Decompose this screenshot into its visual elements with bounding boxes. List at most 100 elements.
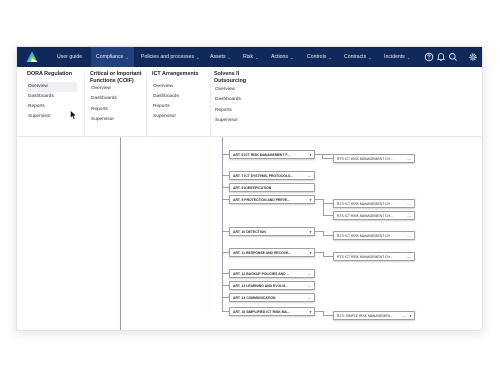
tree-node-art-7[interactable]: ART. 7 ICT SYSTEMS, PROTOCOLS... ---	[229, 171, 315, 180]
chevron-down-icon: ⌄	[328, 54, 332, 60]
menu-item-solvens-supervisor[interactable]: Supervisor	[214, 116, 268, 126]
node-label: ART. 13 LEARNING AND EVOLVI...	[233, 283, 289, 288]
tree-node-rts[interactable]: RTS ICT RISK MANAGEMENT CH... ---	[333, 211, 415, 220]
nav-contracts-label: Contracts	[344, 54, 367, 60]
nav-policies-label: Policies and processes	[141, 54, 195, 60]
menu-item-dora-dashboards[interactable]: Dashboards	[27, 92, 83, 102]
caret-down-icon[interactable]: ▼	[309, 310, 312, 314]
node-menu-dashes[interactable]: ---	[307, 271, 311, 276]
connector-line	[315, 231, 323, 232]
tree-node-art-10[interactable]: ART. 10 DETECTION ▼	[229, 227, 315, 236]
connector-line	[315, 154, 333, 155]
tree-node-rts-simple[interactable]: RTS: SIMPLE RISK MANAGEMEN... --- ▼	[333, 311, 415, 320]
chevron-down-icon: ⌄	[368, 54, 372, 60]
caret-down-icon[interactable]: ▼	[309, 251, 312, 255]
nav-compliance[interactable]: Compliance ⌄	[91, 47, 134, 67]
search-icon[interactable]	[448, 52, 458, 62]
menu-item-ict-overview[interactable]: Overview	[152, 82, 210, 92]
settings-icon[interactable]	[468, 52, 478, 62]
connector-line	[222, 297, 229, 298]
bell-icon[interactable]	[436, 52, 446, 62]
caret-down-icon[interactable]: ▼	[309, 198, 312, 202]
help-icon[interactable]	[424, 52, 434, 62]
node-label: ART. 14 COMMUNICATION	[233, 295, 276, 300]
connector-line	[222, 311, 229, 312]
tree-node-rts[interactable]: RTS ICT RISK MANAGEMENT CH... ---	[333, 231, 415, 240]
nav-risk-label: Risk	[243, 54, 254, 60]
menu-column-title: Critical or Important Functions (COIF)	[90, 71, 142, 84]
connector-line	[315, 252, 323, 253]
menu-item-solvens-reports[interactable]: Reports	[214, 106, 268, 116]
tree-node-art-16[interactable]: ART. 16 SIMPLIFIED ICT RISK MA... ▼	[229, 307, 315, 316]
menu-item-coif-supervisor[interactable]: Supervisor	[90, 115, 144, 125]
node-label: RTS ICT RISK MANAGEMENT CH...	[337, 201, 393, 206]
tree-node-rts[interactable]: RTS ICT RISK MANAGEMENT CH... ---	[333, 199, 415, 208]
nav-incidents[interactable]: Incidents ⌄	[384, 47, 410, 67]
menu-item-coif-reports[interactable]: Reports	[90, 105, 144, 115]
nav-compliance-label: Compliance	[96, 54, 124, 60]
menu-item-solvens-overview[interactable]: Overview	[214, 85, 268, 95]
menu-item-ict-dashboards[interactable]: Dashboards	[152, 92, 210, 102]
connector-line	[222, 285, 229, 286]
mouse-pointer-icon	[70, 110, 77, 120]
nav-controls[interactable]: Controls ⌄	[307, 47, 332, 67]
menu-item-ict-reports[interactable]: Reports	[152, 102, 210, 112]
connector-line	[323, 215, 333, 216]
menu-item-dora-overview[interactable]: Overview	[27, 81, 77, 92]
app-logo-icon[interactable]	[26, 51, 38, 63]
node-label: RTS ICT RISK MANAGEMENT CH...	[337, 254, 393, 259]
node-label: RTS ICT RISK MANAGEMENT CH...	[337, 213, 393, 218]
chevron-down-icon: ⌄	[255, 54, 259, 60]
caret-down-icon[interactable]: ▼	[309, 153, 312, 157]
node-menu-dashes[interactable]: ---	[307, 295, 311, 300]
nav-policies-and-processes[interactable]: Policies and processes ⌄	[141, 47, 199, 67]
caret-down-icon[interactable]: ▼	[309, 230, 312, 234]
node-menu-dashes[interactable]: ---	[407, 201, 411, 206]
tree-node-art-11[interactable]: ART. 11 RESPONSE AND RECOVE... ▼	[229, 248, 315, 257]
chevron-down-icon: ⌄	[290, 54, 294, 60]
nav-incidents-label: Incidents	[384, 54, 405, 60]
chevron-down-icon: ⌄	[406, 54, 411, 60]
connector-line	[323, 203, 333, 204]
nav-assets[interactable]: Assets ⌄	[210, 47, 231, 67]
top-navigation-bar: User guide Compliance ⌄ Policies and pro…	[17, 47, 482, 67]
node-menu-dashes[interactable]: ---	[402, 313, 406, 318]
connector-line	[323, 315, 333, 316]
node-menu-dashes[interactable]: ---	[307, 173, 311, 178]
tree-node-art-6[interactable]: ART. 6 ICT RISK MANAGEMENT F... ▼	[229, 150, 315, 159]
menu-column-title: ICT Arrangements	[152, 71, 199, 77]
compliance-dropdown-menu: DORA Regulation Overview Dashboards Repo…	[17, 67, 482, 137]
menu-divider	[146, 73, 147, 137]
caret-down-icon[interactable]: ▼	[409, 314, 412, 318]
nav-user-guide-label: User guide	[57, 54, 83, 60]
relationship-tree: ART. 6 ICT RISK MANAGEMENT F... ▼ ART. 7…	[17, 137, 482, 330]
nav-risk[interactable]: Risk ⌄	[243, 47, 258, 67]
tree-node-art-8[interactable]: ART. 8 IDENTIFICATION	[229, 183, 315, 192]
node-menu-dashes[interactable]: ---	[407, 156, 411, 161]
chevron-down-icon: ⌄	[125, 54, 129, 60]
node-menu-dashes[interactable]: ---	[407, 233, 411, 238]
menu-item-coif-overview[interactable]: Overview	[90, 84, 144, 94]
menu-item-coif-dashboards[interactable]: Dashboards	[90, 94, 144, 104]
tree-node-rts[interactable]: RTS ICT RISK MANAGEMENT CH... ---	[333, 154, 415, 163]
tree-node-art-9[interactable]: ART. 9 PROTECTION AND PREVE... ▼	[229, 195, 315, 204]
menu-item-ict-supervisor[interactable]: Supervisor	[152, 112, 210, 122]
nav-user-guide[interactable]: User guide	[57, 47, 82, 67]
menu-divider	[210, 73, 211, 137]
tree-trunk-line	[120, 137, 121, 330]
node-menu-dashes[interactable]: ---	[407, 254, 411, 259]
node-label: RTS: SIMPLE RISK MANAGEMEN...	[337, 313, 393, 318]
tree-node-art-13[interactable]: ART. 13 LEARNING AND EVOLVI... ---	[229, 281, 315, 290]
menu-item-solvens-dashboards[interactable]: Dashboards	[214, 95, 268, 105]
menu-column-ict-arrangements: ICT Arrangements Overview Dashboards Rep…	[152, 71, 210, 122]
nav-actions[interactable]: Actions ⌄	[271, 47, 293, 67]
tree-node-art-14[interactable]: ART. 14 COMMUNICATION ---	[229, 293, 315, 302]
node-menu-dashes[interactable]: ---	[307, 283, 311, 288]
tree-node-rts[interactable]: RTS ICT RISK MANAGEMENT CH... ---	[333, 252, 415, 261]
tree-node-art-12[interactable]: ART. 12 BACKUP POLICIES AND ... ---	[229, 269, 315, 278]
node-label: ART. 11 RESPONSE AND RECOVE...	[233, 250, 292, 255]
node-menu-dashes[interactable]: ---	[407, 213, 411, 218]
connector-line	[222, 252, 229, 253]
nav-contracts[interactable]: Contracts ⌄	[344, 47, 372, 67]
nav-assets-label: Assets	[210, 54, 226, 60]
